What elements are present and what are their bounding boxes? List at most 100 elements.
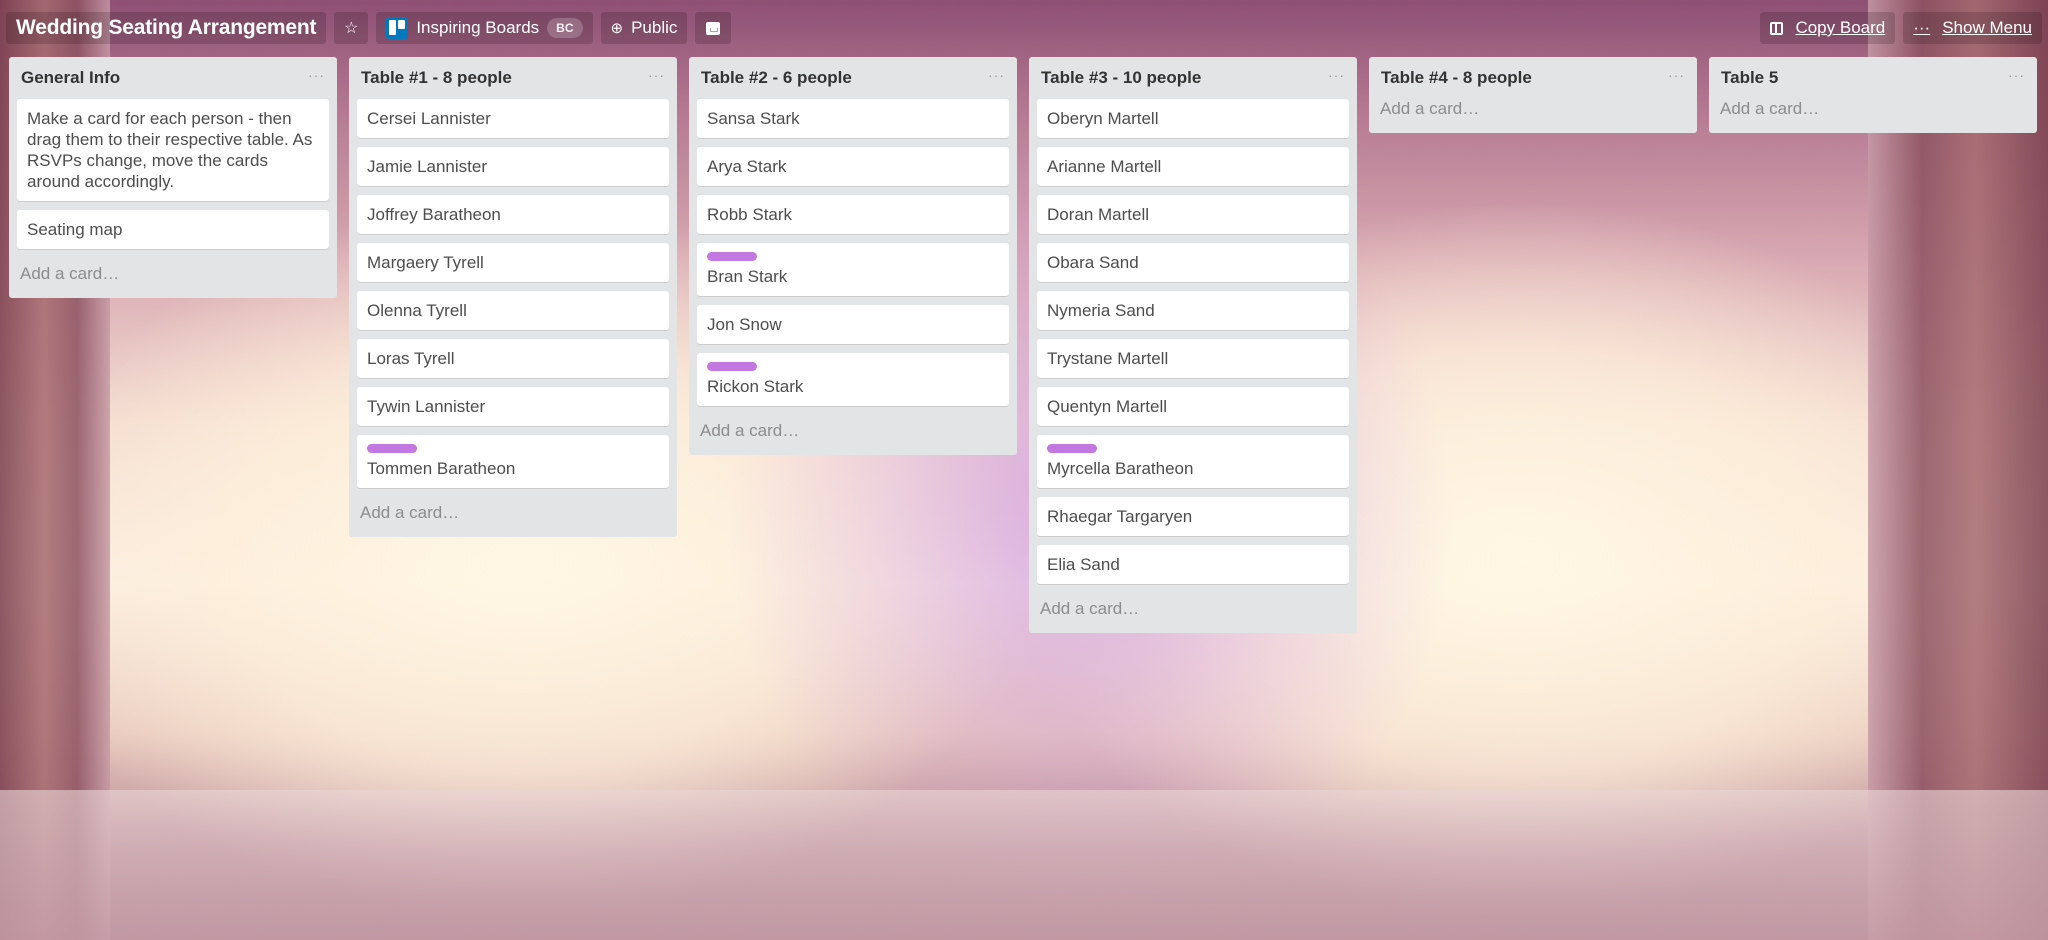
card[interactable]: Rickon Stark bbox=[697, 353, 1009, 406]
copy-board-button[interactable]: Copy Board bbox=[1760, 12, 1896, 44]
list: General Info ··· Make a card for each pers… bbox=[9, 57, 337, 298]
card[interactable]: Jon Snow bbox=[697, 305, 1009, 344]
list: Table #2 - 6 people ··· Sansa Stark Arya St… bbox=[689, 57, 1017, 455]
visibility-button[interactable]: ⊕ Public bbox=[600, 12, 688, 44]
more-dots-icon: ··· bbox=[1913, 18, 1931, 37]
list-header[interactable]: Table #3 - 10 people ··· bbox=[1037, 57, 1349, 99]
card-title: Loras Tyrell bbox=[367, 349, 455, 368]
card[interactable]: Bran Stark bbox=[697, 243, 1009, 296]
list: Table #4 - 8 people ··· Add a card… bbox=[1369, 57, 1697, 133]
card-title: Rickon Stark bbox=[707, 377, 804, 396]
card[interactable]: Doran Martell bbox=[1037, 195, 1349, 234]
card-title: Joffrey Baratheon bbox=[367, 205, 501, 224]
list-menu-icon[interactable]: ··· bbox=[1668, 67, 1685, 83]
card-title: Rhaegar Targaryen bbox=[1047, 507, 1193, 526]
list-menu-icon[interactable]: ··· bbox=[988, 67, 1005, 83]
card[interactable]: Sansa Stark bbox=[697, 99, 1009, 138]
list-header[interactable]: General Info ··· bbox=[17, 57, 329, 99]
team-button[interactable]: Inspiring Boards BC bbox=[376, 12, 593, 44]
card-title: Jon Snow bbox=[707, 315, 782, 334]
list-title[interactable]: General Info bbox=[21, 68, 120, 88]
card-title: Jamie Lannister bbox=[367, 157, 488, 176]
copy-board-icon bbox=[1770, 21, 1784, 35]
card-title: Doran Martell bbox=[1047, 205, 1150, 224]
card-title: Sansa Stark bbox=[707, 109, 800, 128]
card-title: Arianne Martell bbox=[1047, 157, 1162, 176]
star-button[interactable]: ☆ bbox=[334, 12, 369, 44]
card[interactable]: Myrcella Baratheon bbox=[1037, 435, 1349, 488]
card[interactable]: Arianne Martell bbox=[1037, 147, 1349, 186]
list-header[interactable]: Table #4 - 8 people ··· bbox=[1377, 57, 1689, 99]
list-menu-icon[interactable]: ··· bbox=[308, 67, 325, 83]
board-header: Wedding Seating Arrangement ☆ Inspiring … bbox=[6, 8, 2042, 48]
card[interactable]: Olenna Tyrell bbox=[357, 291, 669, 330]
list-header[interactable]: Table #1 - 8 people ··· bbox=[357, 57, 669, 99]
card-label-purple bbox=[367, 444, 417, 453]
card[interactable]: Rhaegar Targaryen bbox=[1037, 497, 1349, 536]
card-title: Seating map bbox=[27, 220, 123, 239]
add-card-button[interactable]: Add a card… bbox=[1037, 593, 1349, 633]
card[interactable]: Quentyn Martell bbox=[1037, 387, 1349, 426]
card-title: Make a card for each person - then drag … bbox=[27, 109, 313, 191]
list-menu-icon[interactable]: ··· bbox=[648, 67, 665, 83]
card-title: Margaery Tyrell bbox=[367, 253, 484, 272]
list-title[interactable]: Table #4 - 8 people bbox=[1381, 68, 1532, 88]
trello-logo-icon bbox=[386, 17, 409, 39]
card[interactable]: Joffrey Baratheon bbox=[357, 195, 669, 234]
card[interactable]: Trystane Martell bbox=[1037, 339, 1349, 378]
list-title[interactable]: Table #3 - 10 people bbox=[1041, 68, 1201, 88]
show-menu-label: Show Menu bbox=[1942, 18, 2032, 37]
card[interactable]: Robb Stark bbox=[697, 195, 1009, 234]
board-canvas: General Info ··· Make a card for each pers… bbox=[9, 57, 2048, 633]
card[interactable]: Loras Tyrell bbox=[357, 339, 669, 378]
card[interactable]: Arya Stark bbox=[697, 147, 1009, 186]
list: Table 5 ··· Add a card… bbox=[1709, 57, 2037, 133]
show-menu-button[interactable]: ··· Show Menu bbox=[1903, 12, 2042, 44]
archive-icon bbox=[706, 21, 721, 35]
card-title: Tommen Baratheon bbox=[367, 459, 516, 478]
globe-icon: ⊕ bbox=[610, 20, 624, 37]
card[interactable]: Tywin Lannister bbox=[357, 387, 669, 426]
card-title: Obara Sand bbox=[1047, 253, 1139, 272]
card-title: Quentyn Martell bbox=[1047, 397, 1167, 416]
card-title: Cersei Lannister bbox=[367, 109, 491, 128]
card-title: Bran Stark bbox=[707, 267, 788, 286]
card[interactable]: Seating map bbox=[17, 210, 329, 249]
list-title[interactable]: Table #2 - 6 people bbox=[701, 68, 852, 88]
card[interactable]: Obara Sand bbox=[1037, 243, 1349, 282]
card[interactable]: Cersei Lannister bbox=[357, 99, 669, 138]
list-header[interactable]: Table #2 - 6 people ··· bbox=[697, 57, 1009, 99]
list-menu-icon[interactable]: ··· bbox=[2008, 67, 2025, 83]
card[interactable]: Jamie Lannister bbox=[357, 147, 669, 186]
card-title: Robb Stark bbox=[707, 205, 793, 224]
add-card-button[interactable]: Add a card… bbox=[357, 497, 669, 537]
list: Table #3 - 10 people ··· Oberyn Martell Ari… bbox=[1029, 57, 1357, 633]
card-title: Nymeria Sand bbox=[1047, 301, 1155, 320]
archive-button[interactable] bbox=[695, 12, 732, 44]
list-title[interactable]: Table 5 bbox=[1721, 68, 1778, 88]
card[interactable]: Elia Sand bbox=[1037, 545, 1349, 584]
card-title: Myrcella Baratheon bbox=[1047, 459, 1194, 478]
card-label-purple bbox=[707, 252, 757, 261]
card[interactable]: Nymeria Sand bbox=[1037, 291, 1349, 330]
list-header[interactable]: Table 5 ··· bbox=[1717, 57, 2029, 99]
add-card-button[interactable]: Add a card… bbox=[697, 415, 1009, 455]
card-title: Elia Sand bbox=[1047, 555, 1120, 574]
board-title[interactable]: Wedding Seating Arrangement bbox=[6, 12, 327, 44]
visibility-label: Public bbox=[631, 18, 678, 37]
copy-board-label: Copy Board bbox=[1795, 18, 1886, 37]
card[interactable]: Margaery Tyrell bbox=[357, 243, 669, 282]
list-title[interactable]: Table #1 - 8 people bbox=[361, 68, 512, 88]
card[interactable]: Oberyn Martell bbox=[1037, 99, 1349, 138]
card-title: Oberyn Martell bbox=[1047, 109, 1159, 128]
team-name: Inspiring Boards bbox=[416, 18, 540, 37]
card[interactable]: Make a card for each person - then drag … bbox=[17, 99, 329, 201]
card-title: Tywin Lannister bbox=[367, 397, 486, 416]
card-label-purple bbox=[707, 362, 757, 371]
add-card-button[interactable]: Add a card… bbox=[17, 258, 329, 298]
add-card-button[interactable]: Add a card… bbox=[1377, 99, 1689, 133]
star-icon: ☆ bbox=[344, 20, 359, 37]
card[interactable]: Tommen Baratheon bbox=[357, 435, 669, 488]
list-menu-icon[interactable]: ··· bbox=[1328, 67, 1345, 83]
add-card-button[interactable]: Add a card… bbox=[1717, 99, 2029, 133]
